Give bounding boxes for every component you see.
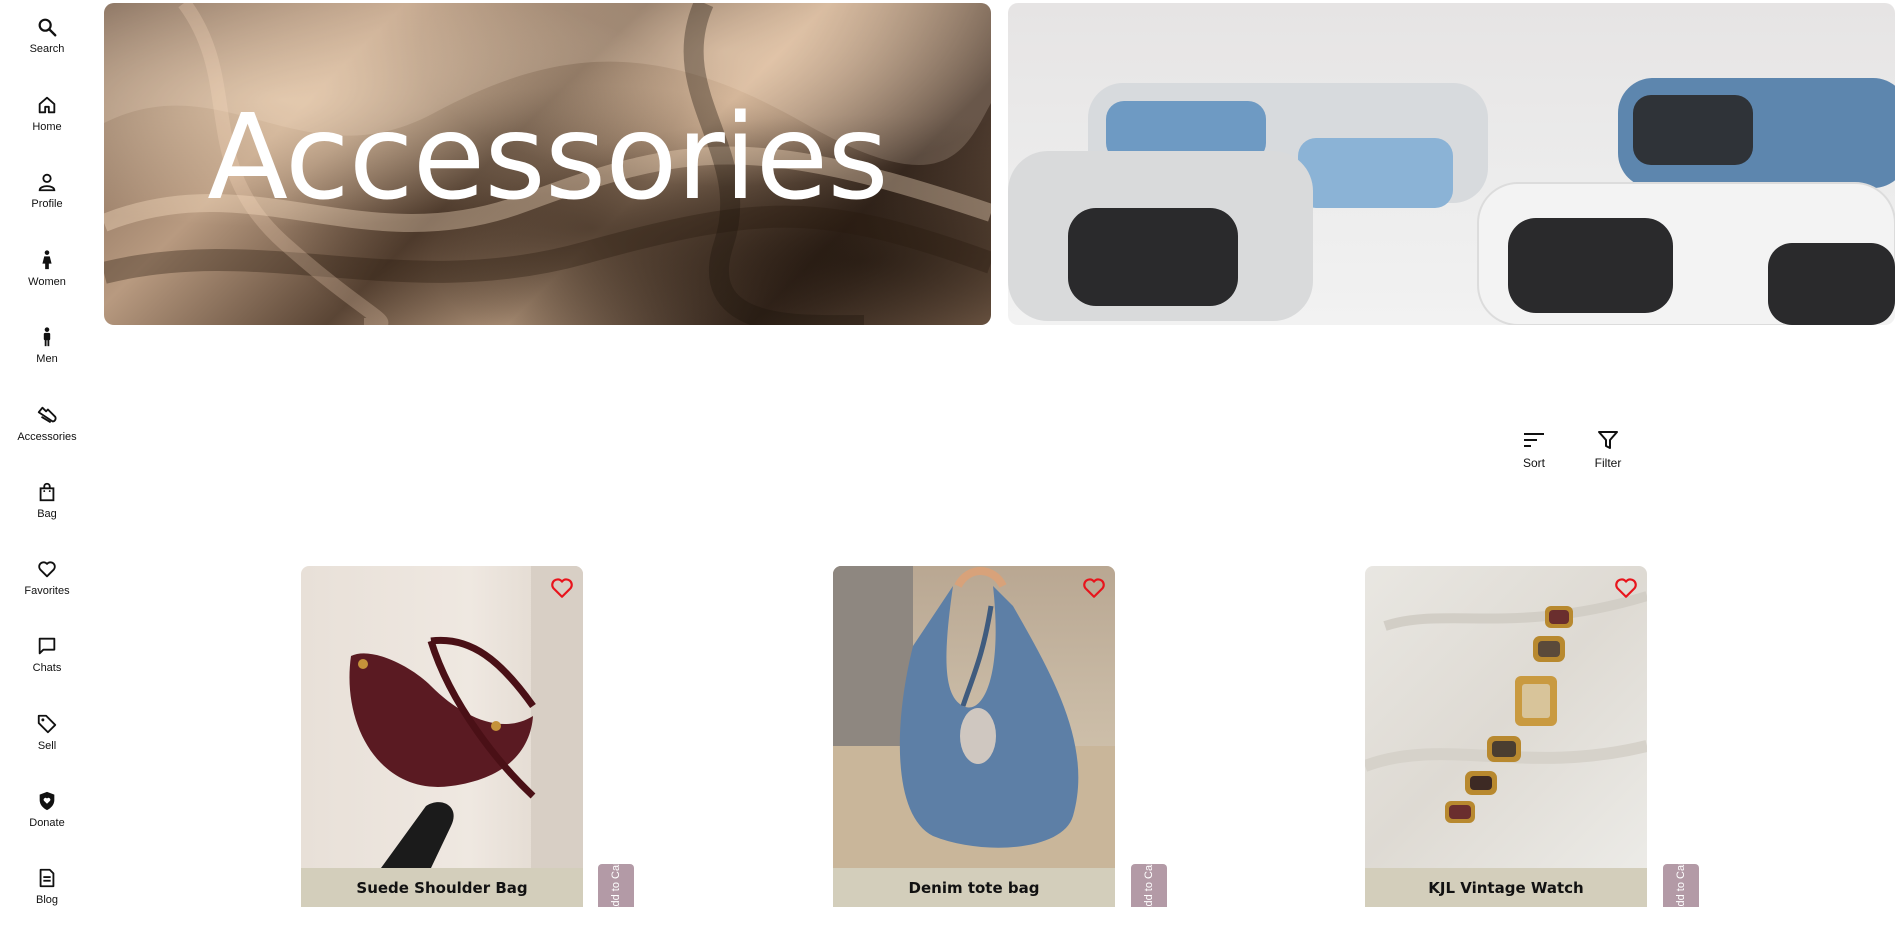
sort-button[interactable]: Sort	[1504, 430, 1564, 470]
page-title: Accessories	[207, 88, 889, 226]
product-name[interactable]: Suede Shoulder Bag	[301, 868, 583, 907]
shield-heart-icon	[39, 791, 55, 811]
sidebar-item-sell[interactable]: Sell	[0, 713, 94, 773]
woman-icon	[42, 250, 52, 270]
shoe-icon	[37, 406, 57, 424]
sidebar-item-favorites[interactable]: Favorites	[0, 558, 94, 618]
filter-button[interactable]: Filter	[1578, 430, 1638, 470]
sidebar-item-label: Home	[32, 121, 62, 133]
user-icon	[38, 173, 56, 192]
product-card[interactable]: Denim tote bag	[833, 566, 1115, 907]
sunglasses-image	[1008, 78, 1895, 325]
sidebar-item-label: Chats	[32, 662, 62, 674]
sidebar-item-label: Profile	[31, 198, 63, 210]
favorite-heart-icon[interactable]	[549, 574, 575, 600]
tag-icon	[37, 714, 57, 734]
product-image[interactable]	[301, 566, 583, 868]
hero-banner-sunglasses	[1008, 3, 1895, 325]
sidebar-item-donate[interactable]: Donate	[0, 790, 94, 850]
sidebar-item-women[interactable]: Women	[0, 249, 94, 309]
sidebar-item-label: Men	[36, 353, 58, 365]
sidebar-item-label: Sell	[37, 740, 57, 752]
sidebar-item-home[interactable]: Home	[0, 94, 94, 154]
sort-label: Sort	[1522, 456, 1545, 470]
hero-banner-fabric: Accessories	[104, 3, 991, 325]
add-to-cart-label: Add to Cart	[610, 864, 622, 907]
add-to-cart-label: Add to Cart	[1143, 864, 1155, 907]
chat-icon	[38, 637, 56, 655]
sidebar-item-label: Favorites	[24, 585, 70, 597]
filter-label: Filter	[1594, 456, 1622, 470]
product-card[interactable]: KJL Vintage Watch	[1365, 566, 1647, 907]
search-icon	[38, 18, 57, 37]
favorite-heart-icon[interactable]	[1081, 574, 1107, 600]
sidebar-item-accessories[interactable]: Accessories	[0, 404, 94, 464]
sidebar-item-men[interactable]: Men	[0, 326, 94, 386]
sidebar-item-search[interactable]: Search	[0, 16, 94, 76]
filter-icon	[1598, 431, 1618, 449]
shopping-bag-icon	[39, 482, 55, 502]
add-to-cart-button[interactable]: Add to Cart	[598, 864, 634, 907]
add-to-cart-button[interactable]: Add to Cart	[1131, 864, 1167, 907]
add-to-cart-label: Add to Cart	[1675, 864, 1687, 907]
add-to-cart-button[interactable]: Add to Cart	[1663, 864, 1699, 907]
sidebar-item-chats[interactable]: Chats	[0, 635, 94, 695]
favorite-heart-icon[interactable]	[1613, 574, 1639, 600]
document-icon	[39, 868, 55, 888]
sidebar-item-label: Donate	[29, 817, 65, 829]
man-icon	[43, 327, 51, 347]
product-name[interactable]: KJL Vintage Watch	[1365, 868, 1647, 907]
sidebar-item-label: Accessories	[17, 431, 77, 443]
home-icon	[38, 96, 56, 114]
sidebar-item-label: Blog	[35, 894, 59, 906]
product-image[interactable]	[1365, 566, 1647, 868]
heart-icon	[38, 561, 56, 578]
product-image[interactable]	[833, 566, 1115, 868]
sidebar-item-bag[interactable]: Bag	[0, 481, 94, 541]
sidebar-nav: Search Home Profile Women Men Accessorie…	[0, 0, 94, 907]
product-name[interactable]: Denim tote bag	[833, 868, 1115, 907]
sidebar-item-label: Women	[28, 276, 66, 288]
sidebar-item-label: Bag	[37, 508, 57, 520]
sidebar-item-profile[interactable]: Profile	[0, 171, 94, 231]
sidebar-item-blog[interactable]: Blog	[0, 867, 94, 927]
product-card[interactable]: Suede Shoulder Bag	[301, 566, 583, 907]
sidebar-item-label: Search	[29, 43, 65, 55]
sort-icon	[1524, 433, 1544, 447]
